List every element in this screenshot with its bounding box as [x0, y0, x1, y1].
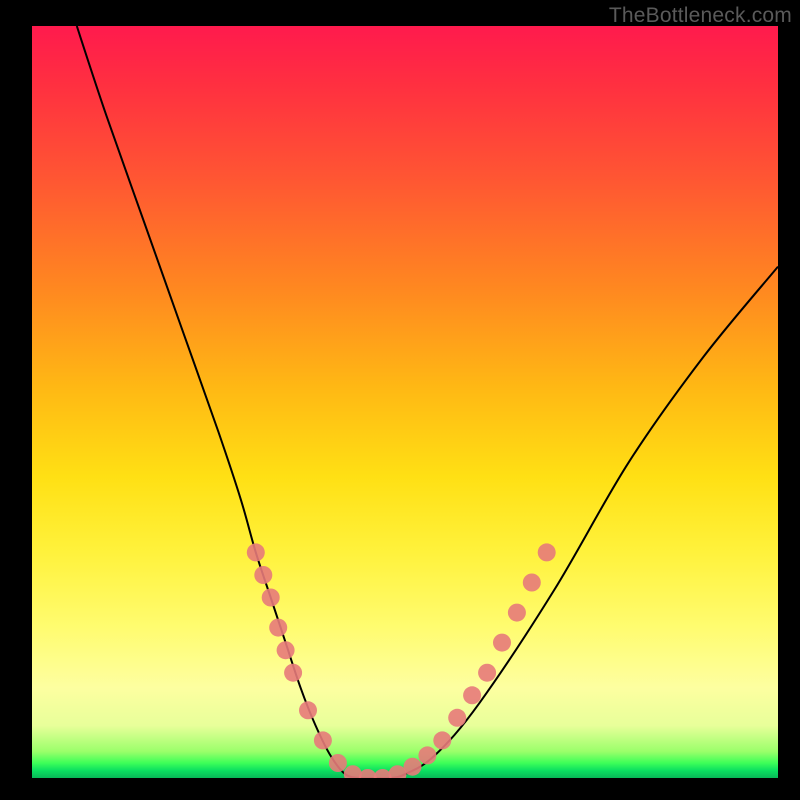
curve-marker — [247, 543, 265, 561]
curve-marker — [508, 604, 526, 622]
curve-marker — [284, 664, 302, 682]
watermark-text: TheBottleneck.com — [609, 4, 792, 28]
curve-marker — [299, 701, 317, 719]
plot-area — [32, 26, 778, 778]
curve-marker — [493, 634, 511, 652]
curve-svg — [32, 26, 778, 778]
curve-marker — [404, 758, 422, 776]
curve-marker — [269, 619, 287, 637]
curve-marker — [262, 589, 280, 607]
curve-marker — [523, 574, 541, 592]
curve-marker — [277, 641, 295, 659]
curve-marker — [418, 746, 436, 764]
chart-frame: TheBottleneck.com — [0, 0, 800, 800]
bottleneck-curve — [77, 26, 778, 778]
curve-marker — [433, 731, 451, 749]
curve-marker — [538, 543, 556, 561]
curve-marker — [254, 566, 272, 584]
curve-marker — [478, 664, 496, 682]
curve-marker — [463, 686, 481, 704]
curve-marker — [329, 754, 347, 772]
curve-marker — [314, 731, 332, 749]
curve-marker — [448, 709, 466, 727]
